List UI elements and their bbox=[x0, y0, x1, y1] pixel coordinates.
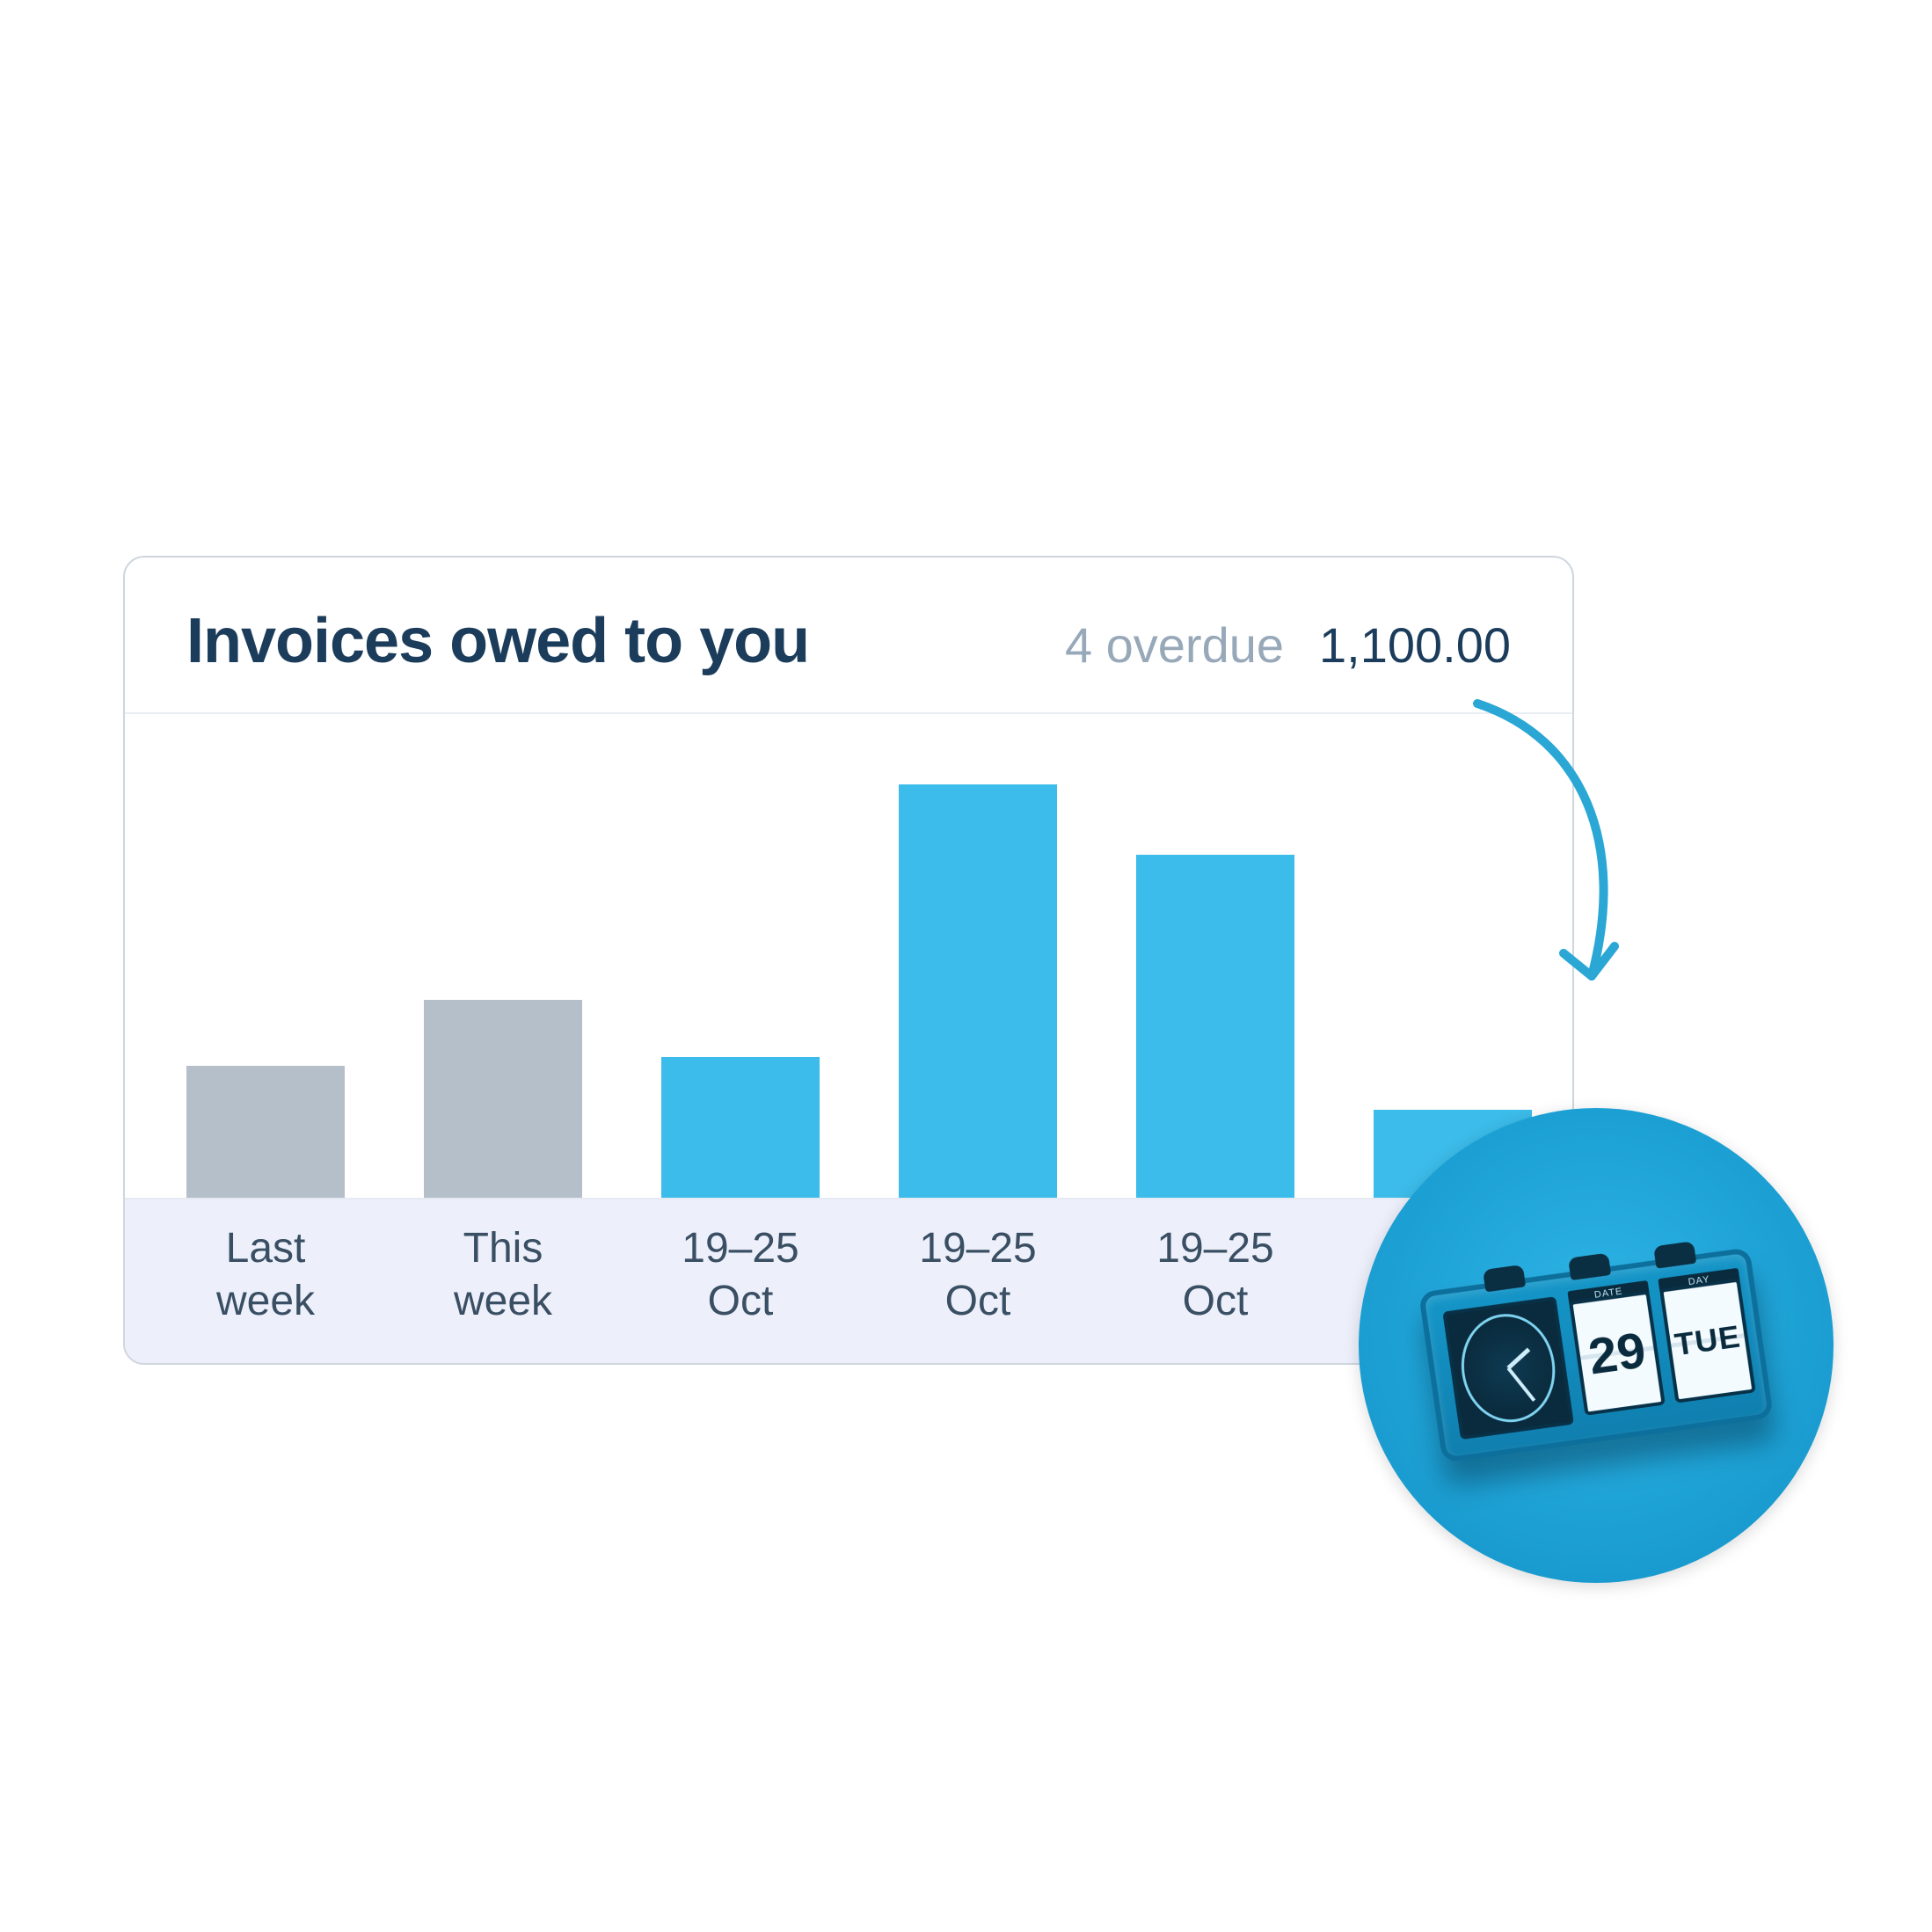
bar-column bbox=[899, 784, 1057, 1198]
bar-column bbox=[424, 1000, 582, 1198]
x-axis-label: Thisweek bbox=[424, 1222, 582, 1328]
bar bbox=[899, 784, 1057, 1198]
bar bbox=[424, 1000, 582, 1198]
overdue-amount: 1,100.00 bbox=[1319, 616, 1511, 674]
x-axis-label-line: Oct bbox=[1136, 1275, 1294, 1328]
x-axis-label-line: Oct bbox=[899, 1275, 1057, 1328]
x-axis-label: 19–25Oct bbox=[899, 1222, 1057, 1328]
overdue-count-label: 4 overdue bbox=[1065, 616, 1284, 674]
x-axis-label: Lastweek bbox=[186, 1222, 345, 1328]
x-axis-label: 19–25Oct bbox=[1136, 1222, 1294, 1328]
x-axis-label-line: Last bbox=[186, 1222, 345, 1275]
card-header: Invoices owed to you 4 overdue 1,100.00 bbox=[125, 558, 1572, 714]
x-axis-label-line: 19–25 bbox=[661, 1222, 820, 1275]
bar-column bbox=[661, 1057, 820, 1198]
x-axis-label-line: This bbox=[424, 1222, 582, 1275]
x-axis-label-line: 19–25 bbox=[1136, 1222, 1294, 1275]
x-axis-label: 19–25Oct bbox=[661, 1222, 820, 1328]
hour-hand-icon bbox=[1506, 1347, 1530, 1369]
card-stats: 4 overdue 1,100.00 bbox=[1065, 616, 1511, 674]
card-title: Invoices owed to you bbox=[186, 605, 809, 677]
x-axis-label-line: week bbox=[186, 1275, 345, 1328]
clock-illustration: DATE DAY 29 TUE bbox=[1359, 1108, 1834, 1583]
flip-date: 29 bbox=[1569, 1290, 1666, 1415]
clock-button-icon bbox=[1483, 1265, 1526, 1292]
analog-clock-face-icon bbox=[1442, 1296, 1574, 1440]
invoices-card: Invoices owed to you 4 overdue 1,100.00 … bbox=[123, 556, 1574, 1365]
bar-chart bbox=[125, 714, 1572, 1198]
clock-button-icon bbox=[1568, 1252, 1611, 1279]
x-axis-labels: LastweekThisweek19–25Oct19–25Oct19–25Oct bbox=[125, 1198, 1572, 1363]
flip-clock-body: DATE DAY 29 TUE bbox=[1418, 1247, 1774, 1462]
flip-day: TUE bbox=[1659, 1278, 1756, 1403]
x-axis-label-line: 19–25 bbox=[899, 1222, 1057, 1275]
x-axis-label-line: Oct bbox=[661, 1275, 820, 1328]
bar-column bbox=[1136, 855, 1294, 1198]
bar-column bbox=[186, 1066, 345, 1198]
clock-button-icon bbox=[1653, 1241, 1696, 1268]
bar bbox=[1136, 855, 1294, 1198]
minute-hand-icon bbox=[1507, 1367, 1536, 1401]
x-axis-label-line: week bbox=[424, 1275, 582, 1328]
bar bbox=[186, 1066, 345, 1198]
bar bbox=[661, 1057, 820, 1198]
